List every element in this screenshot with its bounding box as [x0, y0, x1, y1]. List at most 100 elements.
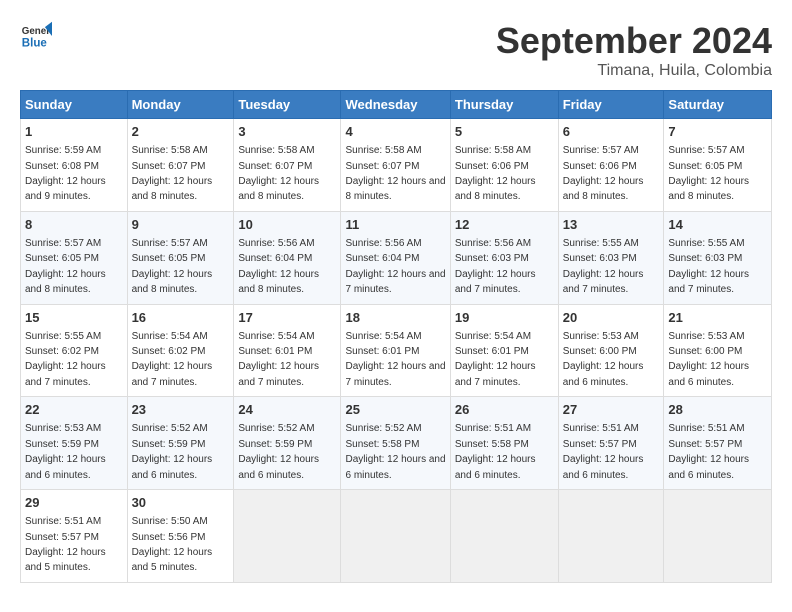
calendar-week-row: 22 Sunrise: 5:53 AMSunset: 5:59 PMDayligh…: [21, 397, 772, 490]
day-info: Sunrise: 5:58 AMSunset: 6:07 PMDaylight:…: [345, 145, 445, 202]
calendar-header-row: SundayMondayTuesdayWednesdayThursdayFrid…: [21, 91, 772, 119]
header-monday: Monday: [127, 91, 234, 119]
calendar-cell: 22 Sunrise: 5:53 AMSunset: 5:59 PMDayligh…: [21, 397, 128, 490]
day-info: Sunrise: 5:54 AMSunset: 6:02 PMDaylight:…: [132, 331, 213, 388]
day-info: Sunrise: 5:52 AMSunset: 5:59 PMDaylight:…: [238, 423, 319, 480]
calendar-cell: 8Sunrise: 5:57 AMSunset: 6:05 PMDaylight…: [21, 211, 128, 304]
logo-icon: General Blue: [20, 20, 52, 52]
day-info: Sunrise: 5:56 AMSunset: 6:03 PMDaylight:…: [455, 238, 536, 295]
day-number: 5: [455, 123, 554, 141]
calendar-week-row: 29 Sunrise: 5:51 AMSunset: 5:57 PMDayligh…: [21, 490, 772, 583]
calendar-cell: 16 Sunrise: 5:54 AMSunset: 6:02 PMDayligh…: [127, 304, 234, 397]
calendar-cell: 21Sunrise: 5:53 AMSunset: 6:00 PMDayligh…: [664, 304, 772, 397]
day-info: Sunrise: 5:51 AMSunset: 5:57 PMDaylight:…: [25, 516, 106, 573]
header-sunday: Sunday: [21, 91, 128, 119]
day-number: 21: [668, 309, 767, 327]
calendar-cell: 9 Sunrise: 5:57 AMSunset: 6:05 PMDaylight…: [127, 211, 234, 304]
calendar-cell: 30 Sunrise: 5:50 AMSunset: 5:56 PMDayligh…: [127, 490, 234, 583]
calendar-cell: 28 Sunrise: 5:51 AMSunset: 5:57 PMDayligh…: [664, 397, 772, 490]
day-number: 12: [455, 216, 554, 234]
day-number: 22: [25, 401, 123, 419]
day-number: 11: [345, 216, 445, 234]
calendar-cell: 17 Sunrise: 5:54 AMSunset: 6:01 PMDayligh…: [234, 304, 341, 397]
day-info: Sunrise: 5:56 AMSunset: 6:04 PMDaylight:…: [345, 238, 445, 295]
calendar-cell: 7Sunrise: 5:57 AMSunset: 6:05 PMDaylight…: [664, 119, 772, 212]
calendar-cell: [664, 490, 772, 583]
day-info: Sunrise: 5:52 AMSunset: 5:59 PMDaylight:…: [132, 423, 213, 480]
day-number: 28: [668, 401, 767, 419]
day-number: 19: [455, 309, 554, 327]
day-info: Sunrise: 5:57 AMSunset: 6:05 PMDaylight:…: [25, 238, 106, 295]
logo: General Blue: [20, 20, 52, 52]
calendar-cell: 4 Sunrise: 5:58 AMSunset: 6:07 PMDaylight…: [341, 119, 450, 212]
calendar-cell: 6 Sunrise: 5:57 AMSunset: 6:06 PMDaylight…: [558, 119, 664, 212]
day-number: 9: [132, 216, 230, 234]
day-number: 26: [455, 401, 554, 419]
day-info: Sunrise: 5:56 AMSunset: 6:04 PMDaylight:…: [238, 238, 319, 295]
day-info: Sunrise: 5:58 AMSunset: 6:07 PMDaylight:…: [132, 145, 213, 202]
day-info: Sunrise: 5:57 AMSunset: 6:05 PMDaylight:…: [132, 238, 213, 295]
calendar-table: SundayMondayTuesdayWednesdayThursdayFrid…: [20, 90, 772, 583]
day-info: Sunrise: 5:57 AMSunset: 6:06 PMDaylight:…: [563, 145, 644, 202]
day-number: 14: [668, 216, 767, 234]
calendar-week-row: 8Sunrise: 5:57 AMSunset: 6:05 PMDaylight…: [21, 211, 772, 304]
location-subtitle: Timana, Huila, Colombia: [496, 62, 772, 80]
day-info: Sunrise: 5:55 AMSunset: 6:02 PMDaylight:…: [25, 331, 106, 388]
calendar-cell: 1 Sunrise: 5:59 AMSunset: 6:08 PMDaylight…: [21, 119, 128, 212]
day-info: Sunrise: 5:51 AMSunset: 5:57 PMDaylight:…: [563, 423, 644, 480]
day-number: 23: [132, 401, 230, 419]
page-header: General Blue September 2024 Timana, Huil…: [20, 20, 772, 80]
day-info: Sunrise: 5:51 AMSunset: 5:57 PMDaylight:…: [668, 423, 749, 480]
day-number: 16: [132, 309, 230, 327]
day-info: Sunrise: 5:55 AMSunset: 6:03 PMDaylight:…: [668, 238, 749, 295]
calendar-cell: 14 Sunrise: 5:55 AMSunset: 6:03 PMDayligh…: [664, 211, 772, 304]
calendar-cell: 10Sunrise: 5:56 AMSunset: 6:04 PMDayligh…: [234, 211, 341, 304]
header-wednesday: Wednesday: [341, 91, 450, 119]
day-info: Sunrise: 5:54 AMSunset: 6:01 PMDaylight:…: [345, 331, 445, 388]
day-number: 2: [132, 123, 230, 141]
day-number: 15: [25, 309, 123, 327]
calendar-cell: 13 Sunrise: 5:55 AMSunset: 6:03 PMDayligh…: [558, 211, 664, 304]
day-number: 4: [345, 123, 445, 141]
calendar-cell: 26 Sunrise: 5:51 AMSunset: 5:58 PMDayligh…: [450, 397, 558, 490]
calendar-cell: 2 Sunrise: 5:58 AMSunset: 6:07 PMDaylight…: [127, 119, 234, 212]
day-number: 17: [238, 309, 336, 327]
day-info: Sunrise: 5:53 AMSunset: 5:59 PMDaylight:…: [25, 423, 106, 480]
calendar-cell: 23 Sunrise: 5:52 AMSunset: 5:59 PMDayligh…: [127, 397, 234, 490]
calendar-cell: [450, 490, 558, 583]
calendar-cell: 25 Sunrise: 5:52 AMSunset: 5:58 PMDayligh…: [341, 397, 450, 490]
day-number: 18: [345, 309, 445, 327]
day-info: Sunrise: 5:53 AMSunset: 6:00 PMDaylight:…: [563, 331, 644, 388]
header-tuesday: Tuesday: [234, 91, 341, 119]
day-number: 13: [563, 216, 660, 234]
day-number: 1: [25, 123, 123, 141]
title-section: September 2024 Timana, Huila, Colombia: [496, 20, 772, 80]
calendar-week-row: 15 Sunrise: 5:55 AMSunset: 6:02 PMDayligh…: [21, 304, 772, 397]
day-number: 3: [238, 123, 336, 141]
day-info: Sunrise: 5:59 AMSunset: 6:08 PMDaylight:…: [25, 145, 106, 202]
calendar-cell: 27Sunrise: 5:51 AMSunset: 5:57 PMDayligh…: [558, 397, 664, 490]
day-number: 24: [238, 401, 336, 419]
day-number: 29: [25, 494, 123, 512]
day-info: Sunrise: 5:51 AMSunset: 5:58 PMDaylight:…: [455, 423, 536, 480]
day-info: Sunrise: 5:58 AMSunset: 6:07 PMDaylight:…: [238, 145, 319, 202]
day-number: 30: [132, 494, 230, 512]
day-info: Sunrise: 5:58 AMSunset: 6:06 PMDaylight:…: [455, 145, 536, 202]
day-info: Sunrise: 5:55 AMSunset: 6:03 PMDaylight:…: [563, 238, 644, 295]
calendar-cell: 5 Sunrise: 5:58 AMSunset: 6:06 PMDaylight…: [450, 119, 558, 212]
day-info: Sunrise: 5:54 AMSunset: 6:01 PMDaylight:…: [238, 331, 319, 388]
day-number: 6: [563, 123, 660, 141]
calendar-cell: 20 Sunrise: 5:53 AMSunset: 6:00 PMDayligh…: [558, 304, 664, 397]
day-number: 25: [345, 401, 445, 419]
calendar-week-row: 1 Sunrise: 5:59 AMSunset: 6:08 PMDaylight…: [21, 119, 772, 212]
calendar-cell: 12 Sunrise: 5:56 AMSunset: 6:03 PMDayligh…: [450, 211, 558, 304]
header-thursday: Thursday: [450, 91, 558, 119]
calendar-cell: 3 Sunrise: 5:58 AMSunset: 6:07 PMDaylight…: [234, 119, 341, 212]
day-number: 20: [563, 309, 660, 327]
day-info: Sunrise: 5:50 AMSunset: 5:56 PMDaylight:…: [132, 516, 213, 573]
day-info: Sunrise: 5:54 AMSunset: 6:01 PMDaylight:…: [455, 331, 536, 388]
day-number: 7: [668, 123, 767, 141]
calendar-cell: [234, 490, 341, 583]
svg-text:Blue: Blue: [22, 38, 48, 50]
day-info: Sunrise: 5:52 AMSunset: 5:58 PMDaylight:…: [345, 423, 445, 480]
